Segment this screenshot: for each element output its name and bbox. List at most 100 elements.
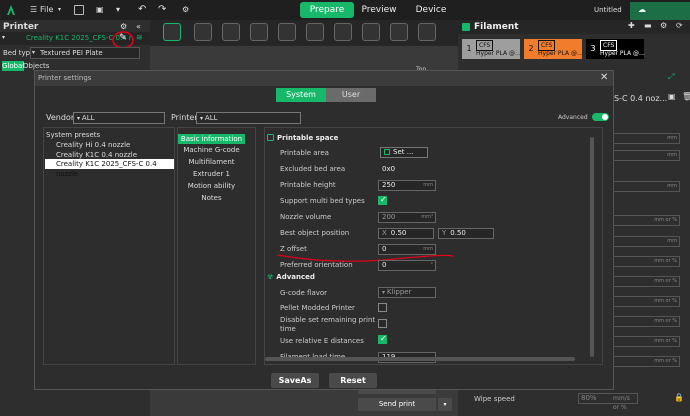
send-print-button[interactable]: Send print (358, 398, 436, 411)
printer-filter-select[interactable]: ▾ ALL (196, 112, 301, 124)
wipe-speed-input[interactable]: 80% mm/s or % (578, 393, 638, 411)
redo-icon[interactable]: ↷ (158, 3, 166, 17)
category-machine-gcode[interactable]: Machine G-code (178, 145, 245, 155)
preferred-orientation-input[interactable]: 0 ° (378, 260, 436, 271)
tab-system[interactable]: System (276, 88, 326, 102)
nozzle-volume-value: 200 (382, 213, 396, 221)
new-project-icon[interactable] (74, 5, 84, 15)
lock-icon[interactable]: 🔒 (674, 393, 684, 402)
expand-icon[interactable]: ⤢ (668, 72, 674, 82)
move-icon[interactable] (306, 23, 324, 41)
category-basic-info[interactable]: Basic information (178, 134, 245, 144)
presets-header: System presets (46, 131, 101, 139)
nozzle-volume-input[interactable]: 200 mm³ (378, 212, 436, 223)
edit-pencil-icon[interactable]: ✎ (119, 33, 127, 43)
category-notes[interactable]: Notes (178, 193, 245, 203)
tab-global[interactable]: Global (2, 61, 24, 71)
save-as-button[interactable]: SaveAs (271, 373, 319, 388)
support-multi-bed-label: Support multi bed types (280, 197, 365, 205)
add-object-icon[interactable] (163, 23, 181, 41)
cloud-icon[interactable]: ☁ (638, 3, 646, 17)
wifi-icon[interactable]: ≋ (136, 33, 143, 42)
split-icon[interactable] (278, 23, 296, 41)
tab-preview[interactable]: Preview (356, 2, 402, 18)
add-plate-icon[interactable] (194, 23, 212, 41)
reset-button[interactable]: Reset (329, 373, 377, 388)
best-position-x-input[interactable]: X 0.50 (378, 228, 434, 239)
vendor-select[interactable]: ▾ ALL (73, 112, 165, 124)
paint-icon[interactable] (418, 23, 436, 41)
filament-slot-1[interactable]: 1 CFS Hyper PLA @... (462, 39, 521, 59)
disable-remaining-time-checkbox[interactable] (378, 319, 387, 328)
hidden-param-field[interactable]: mm or % (608, 356, 680, 367)
printable-height-value: 250 (382, 181, 396, 189)
save-profile-icon[interactable]: ▣ (668, 92, 676, 101)
best-position-y-input[interactable]: Y 0.50 (438, 228, 494, 239)
tab-prepare[interactable]: Prepare (300, 2, 354, 18)
tab-device[interactable]: Device (408, 2, 454, 18)
file-menu-icon[interactable]: ☰ (30, 3, 37, 17)
close-icon[interactable]: ✕ (600, 72, 608, 83)
list-item[interactable]: Creality Hi 0.4 nozzle (56, 140, 130, 150)
category-motion-ability[interactable]: Motion ability (178, 181, 245, 191)
printer-gear-icon[interactable]: ⚙ (120, 22, 127, 31)
hidden-param-field[interactable]: mm or % (608, 296, 680, 307)
printable-area-button[interactable]: Set ... (380, 147, 428, 158)
settings-scrollbar[interactable] (590, 137, 594, 357)
printer-filter-value: ALL (204, 114, 218, 122)
hidden-param-field[interactable]: mm or % (608, 316, 680, 327)
category-extruder-1[interactable]: Extruder 1 (178, 169, 245, 179)
vendor-label: Vendor (46, 113, 75, 122)
printable-area-value: Set ... (393, 148, 414, 156)
filament-icon (462, 23, 470, 31)
category-multifilament[interactable]: Multifilament (178, 157, 245, 167)
remove-filament-icon[interactable]: ▬ (644, 21, 652, 30)
save-icon[interactable]: ▣ (96, 3, 104, 17)
hidden-param-field[interactable]: mm or % (608, 276, 680, 287)
support-multi-bed-checkbox[interactable] (378, 195, 387, 205)
file-dropdown-icon[interactable]: ▾ (58, 3, 61, 17)
list-item-selected[interactable]: Creality K1C 2025_CFS-C 0.4 nozzle (45, 159, 174, 178)
file-menu[interactable]: File (40, 3, 53, 17)
hidden-param-field[interactable]: mm (608, 150, 680, 161)
delete-profile-icon[interactable]: 🗑 (682, 92, 690, 101)
chevron-down-icon: ▾ (32, 49, 36, 56)
cut-icon[interactable] (390, 23, 408, 41)
hidden-param-field[interactable]: mm (608, 236, 680, 247)
hidden-param-field[interactable]: mm or % (608, 215, 680, 226)
unit-label: mm³ (421, 214, 433, 220)
send-print-dropdown-icon[interactable]: ▾ (438, 398, 452, 411)
dropdown-icon[interactable]: ▾ (116, 3, 120, 17)
filament-settings-icon[interactable]: ⚙ (660, 21, 667, 30)
advanced-toggle[interactable] (592, 113, 609, 121)
slot-filament-name: Hyper PLA @... (538, 50, 583, 57)
pellet-modded-checkbox[interactable] (378, 303, 387, 312)
filament-title: Filament (474, 22, 519, 32)
bed-type-select[interactable]: ▾ Textured PEI Plate (30, 47, 140, 59)
orient-icon[interactable] (222, 23, 240, 41)
wipe-speed-unit: mm/s or % (613, 395, 630, 411)
undo-icon[interactable]: ↶ (138, 3, 146, 17)
excluded-bed-area-value[interactable]: 0x0 (382, 165, 395, 173)
filament-slot-2[interactable]: 2 CFS Hyper PLA @... (524, 39, 583, 59)
gcode-flavor-select[interactable]: ▾ Klipper (378, 287, 436, 298)
sync-icon[interactable]: ⟳ (676, 21, 683, 30)
scale-icon[interactable] (362, 23, 380, 41)
hidden-param-field[interactable]: mm (608, 181, 680, 192)
add-filament-icon[interactable]: ✚ (628, 21, 635, 30)
hidden-param-field[interactable]: mm or % (608, 256, 680, 267)
hidden-param-field[interactable]: mm (608, 133, 680, 144)
tab-objects[interactable]: Objects (23, 62, 49, 70)
relative-e-checkbox[interactable] (378, 334, 387, 344)
tab-user[interactable]: User (326, 88, 376, 102)
settings-icon[interactable]: ⚙ (182, 3, 189, 17)
arrange-icon[interactable] (250, 23, 268, 41)
hidden-param-field[interactable]: mm or % (608, 336, 680, 347)
grid-icon (384, 149, 390, 155)
collapse-icon[interactable]: « (136, 22, 141, 31)
rotate-icon[interactable] (334, 23, 352, 41)
filament-slot-3[interactable]: 3 CFS Hyper PLA @... (586, 39, 645, 59)
printer-selector[interactable]: ▾ Creality K1C 2025_CFS-C 0.4 n ✎ ≋ (0, 31, 150, 49)
printable-height-input[interactable]: 250 mm (378, 180, 436, 191)
horizontal-scrollbar[interactable] (265, 357, 575, 361)
